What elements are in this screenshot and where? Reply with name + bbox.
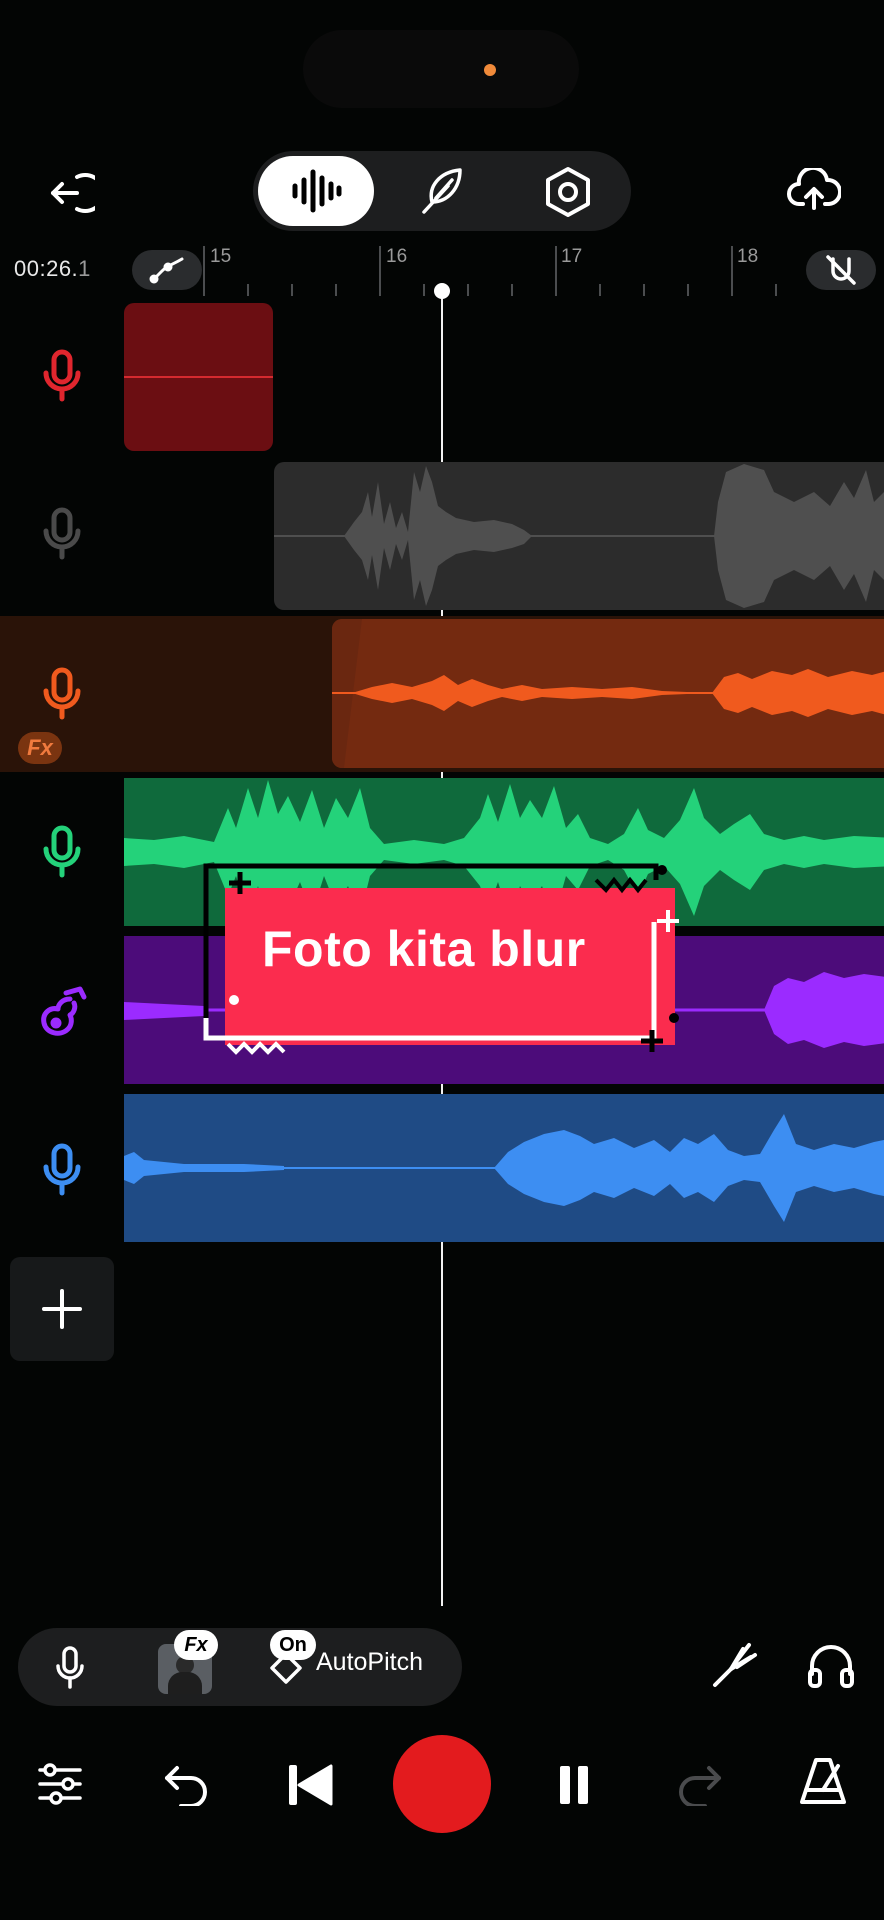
sliders-icon[interactable]: [32, 1756, 88, 1812]
fx-badge[interactable]: Fx: [174, 1630, 218, 1660]
undo-icon[interactable]: [158, 1756, 214, 1812]
ruler-major-tick: [731, 246, 733, 296]
ruler-minor-tick: [687, 284, 689, 296]
cloud-upload-icon[interactable]: [784, 162, 844, 218]
camera-notch: [303, 30, 579, 108]
skip-back-icon[interactable]: [280, 1760, 340, 1810]
ruler-minor-tick: [291, 284, 293, 296]
track-3-fx-badge[interactable]: Fx: [18, 732, 62, 764]
playhead-handle[interactable]: [434, 283, 450, 299]
track-6-mic-icon[interactable]: [30, 1138, 94, 1202]
exit-arrow-icon[interactable]: [40, 166, 102, 220]
track-3-mic-icon[interactable]: [30, 662, 94, 726]
track-5-guitar-icon[interactable]: [30, 980, 94, 1044]
ruler-minor-tick: [247, 284, 249, 296]
ruler-minor-tick: [599, 284, 601, 296]
hexagon-nut-icon[interactable]: [538, 164, 598, 220]
record-button[interactable]: [393, 1735, 491, 1833]
microphone-icon[interactable]: [48, 1643, 92, 1693]
ruler-major-tick: [379, 246, 381, 296]
caption-text: Foto kita blur: [262, 921, 586, 977]
ruler-minor-tick: [423, 284, 425, 296]
track-2-clip[interactable]: [274, 462, 884, 610]
headphones-icon[interactable]: [802, 1636, 860, 1694]
track-4-mic-icon[interactable]: [30, 820, 94, 884]
autopitch-diamond-icon[interactable]: [262, 1648, 310, 1688]
ruler-minor-tick: [467, 284, 469, 296]
feather-icon[interactable]: [412, 163, 472, 219]
ruler-major-tick: [555, 246, 557, 296]
ruler-minor-tick: [643, 284, 645, 296]
track-6-clip[interactable]: [124, 1094, 884, 1242]
ruler-major-tick: [203, 246, 205, 296]
redo-icon: [672, 1756, 728, 1812]
track-1-clip[interactable]: [124, 303, 273, 451]
privacy-indicator: [484, 64, 496, 76]
tuning-fork-icon[interactable]: [706, 1638, 762, 1694]
track-2-mic-icon[interactable]: [30, 502, 94, 566]
ruler-minor-tick: [511, 284, 513, 296]
ruler-minor-tick: [335, 284, 337, 296]
ruler-minor-tick: [775, 284, 777, 296]
pause-icon[interactable]: [548, 1760, 600, 1810]
waveform-icon[interactable]: [282, 166, 352, 216]
autopitch-label[interactable]: AutoPitch: [316, 1648, 423, 1677]
add-track-button[interactable]: [10, 1257, 114, 1361]
track-1-mic-icon[interactable]: [30, 344, 94, 408]
metronome-icon[interactable]: [794, 1752, 852, 1812]
magnet-off-icon[interactable]: [806, 250, 876, 290]
track-3-clip[interactable]: [332, 619, 884, 768]
